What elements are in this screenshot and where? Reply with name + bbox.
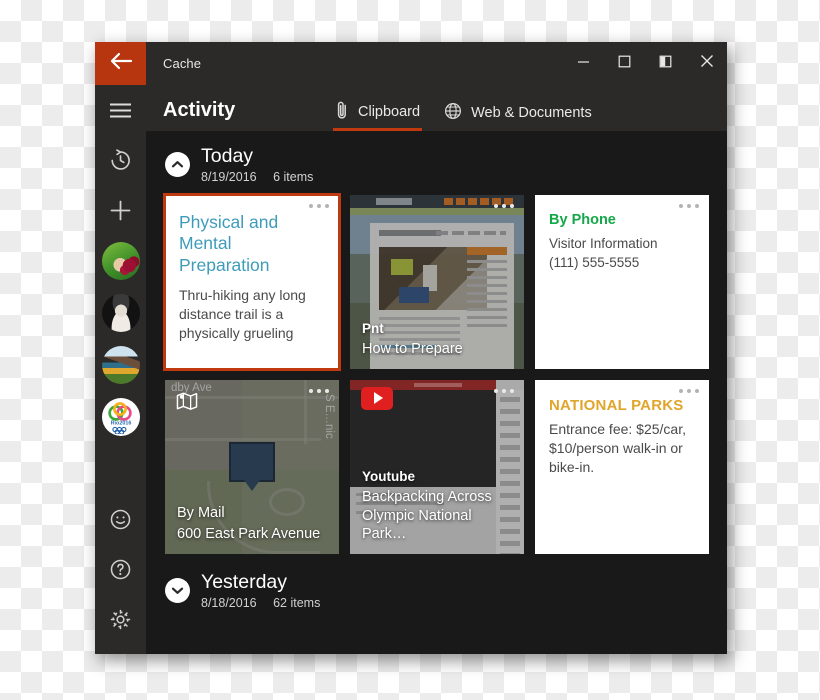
card-text: Entrance fee: $25/car, $10/person walk-i…: [549, 421, 686, 475]
group-header-today: Today 8/19/2016 6 items: [156, 131, 727, 195]
gear-icon: [109, 608, 132, 631]
card-text: Thru-hiking any long distance trail is a…: [179, 286, 306, 342]
youtube-play-icon: [361, 386, 393, 410]
svg-text:Rio2016: Rio2016: [110, 420, 131, 426]
globe-icon: [444, 102, 462, 124]
card-title: Backpacking Across Olympic National Park…: [362, 489, 492, 542]
history-button[interactable]: [95, 135, 146, 185]
tab-web-and-documents-label: Web & Documents: [471, 105, 592, 121]
card-pnt-how-to-prepare[interactable]: Pnt How to Prepare: [350, 194, 524, 369]
split-view-button[interactable]: [645, 42, 686, 85]
history-clock-icon: [109, 148, 132, 172]
help-button[interactable]: [95, 544, 146, 594]
group-count-today: 6 items: [273, 170, 314, 184]
cache-app-window: Rio2016 Cache Activity Clipboard Web & D…: [95, 42, 727, 654]
settings-button[interactable]: [95, 594, 146, 644]
card-menu-button[interactable]: [309, 388, 329, 393]
card-youtube-backpacking[interactable]: Youtube Backpacking Across Olympic Natio…: [350, 379, 524, 554]
back-button[interactable]: [95, 42, 146, 85]
group-title-yesterday: Yesterday: [201, 570, 288, 593]
smiley-face-icon: [109, 508, 132, 531]
card-heading: NATIONAL PARKS: [549, 396, 684, 414]
map-icon: [176, 391, 198, 416]
card-by-mail-map[interactable]: dby Ave S E…nic By Mail 600 East Park Av…: [165, 379, 339, 554]
tab-web-and-documents[interactable]: Web & Documents: [432, 102, 604, 131]
collapse-today-button[interactable]: [165, 152, 190, 178]
avatar-portrait[interactable]: [101, 294, 140, 332]
tab-clipboard[interactable]: Clipboard: [323, 100, 432, 131]
minimize-icon: [577, 55, 590, 73]
card-menu-button[interactable]: [679, 388, 699, 393]
group-text-today: Today 8/19/2016 6 items: [201, 145, 313, 185]
group-meta-yesterday: 8/18/2016 62 items: [201, 596, 320, 611]
group-count-yesterday: 62 items: [273, 595, 321, 610]
group-title-today: Today: [201, 145, 254, 167]
card-line-1: Visitor Information: [549, 235, 658, 251]
tab-clipboard-label: Clipboard: [358, 104, 421, 120]
card-caption: By Mail 600 East Park Avenue: [177, 504, 329, 543]
back-arrow-icon: [109, 52, 133, 75]
card-source: By Mail: [177, 504, 225, 521]
group-text-yesterday: Yesterday 8/18/2016 62 items: [201, 571, 320, 611]
group-header-yesterday: Yesterday 8/18/2016 62 items: [156, 554, 727, 621]
card-heading: Physical and Mental Preparation: [179, 211, 279, 276]
avatar-landscape[interactable]: [101, 346, 140, 384]
page-title: Activity: [163, 99, 236, 121]
card-menu-button[interactable]: [679, 203, 699, 208]
group-date-yesterday: 8/18/2016: [201, 595, 257, 610]
minimize-button[interactable]: [563, 42, 604, 85]
close-icon: [700, 54, 714, 73]
close-button[interactable]: [686, 42, 727, 85]
activity-content: Today 8/19/2016 6 items Physical and Men…: [146, 131, 727, 654]
maximize-button[interactable]: [604, 42, 645, 85]
group-date-today: 8/19/2016: [201, 170, 257, 184]
card-menu-button[interactable]: [494, 388, 514, 393]
card-physical-and-mental-preparation[interactable]: Physical and Mental Preparation Thru-hik…: [163, 192, 341, 371]
group-meta-today: 8/19/2016 6 items: [201, 170, 313, 185]
main-region: Cache Activity Clipboard Web & Documents…: [146, 42, 727, 654]
avatar-rio2016[interactable]: Rio2016: [101, 398, 140, 436]
card-heading: By Phone: [549, 211, 616, 228]
card-national-parks[interactable]: NATIONAL PARKS Entrance fee: $25/car, $1…: [535, 379, 709, 554]
plus-icon: [110, 200, 131, 221]
card-title: How to Prepare: [362, 340, 463, 357]
card-by-phone[interactable]: By Phone Visitor Information (111) 555-5…: [535, 194, 709, 369]
chevron-down-icon: [171, 582, 184, 600]
card-grid: Physical and Mental Preparation Thru-hik…: [156, 192, 727, 554]
maximize-icon: [618, 55, 631, 73]
tab-bar: Activity Clipboard Web & Documents: [146, 85, 727, 131]
left-navigation-rail: Rio2016: [95, 42, 146, 654]
feedback-button[interactable]: [95, 494, 146, 544]
card-title: 600 East Park Avenue: [177, 525, 321, 542]
expand-yesterday-button[interactable]: [165, 578, 190, 604]
question-mark-icon: [109, 558, 132, 581]
card-line-2: (111) 555-5555: [549, 254, 640, 270]
tab-active-underline: [333, 128, 423, 131]
card-source: Youtube: [362, 469, 415, 485]
add-button[interactable]: [95, 185, 146, 235]
hamburger-menu-icon: [109, 102, 132, 119]
avatar-berries[interactable]: [101, 242, 140, 280]
menu-button[interactable]: [95, 85, 146, 135]
card-source: Pnt: [362, 320, 384, 336]
rio2016-logo-icon: Rio2016: [107, 402, 132, 434]
window-title: Cache: [163, 56, 202, 71]
card-menu-button[interactable]: [309, 203, 329, 208]
paperclip-icon: [335, 100, 349, 124]
card-caption: Youtube Backpacking Across Olympic Natio…: [362, 469, 514, 542]
title-bar: Cache: [146, 42, 727, 85]
card-menu-button[interactable]: [494, 203, 514, 208]
card-body: Physical and Mental Preparation Thru-hik…: [165, 195, 339, 344]
chevron-up-icon: [171, 156, 184, 174]
card-caption: Pnt How to Prepare: [362, 321, 514, 358]
split-view-icon: [659, 55, 672, 73]
card-body: NATIONAL PARKS Entrance fee: $25/car, $1…: [535, 380, 709, 476]
